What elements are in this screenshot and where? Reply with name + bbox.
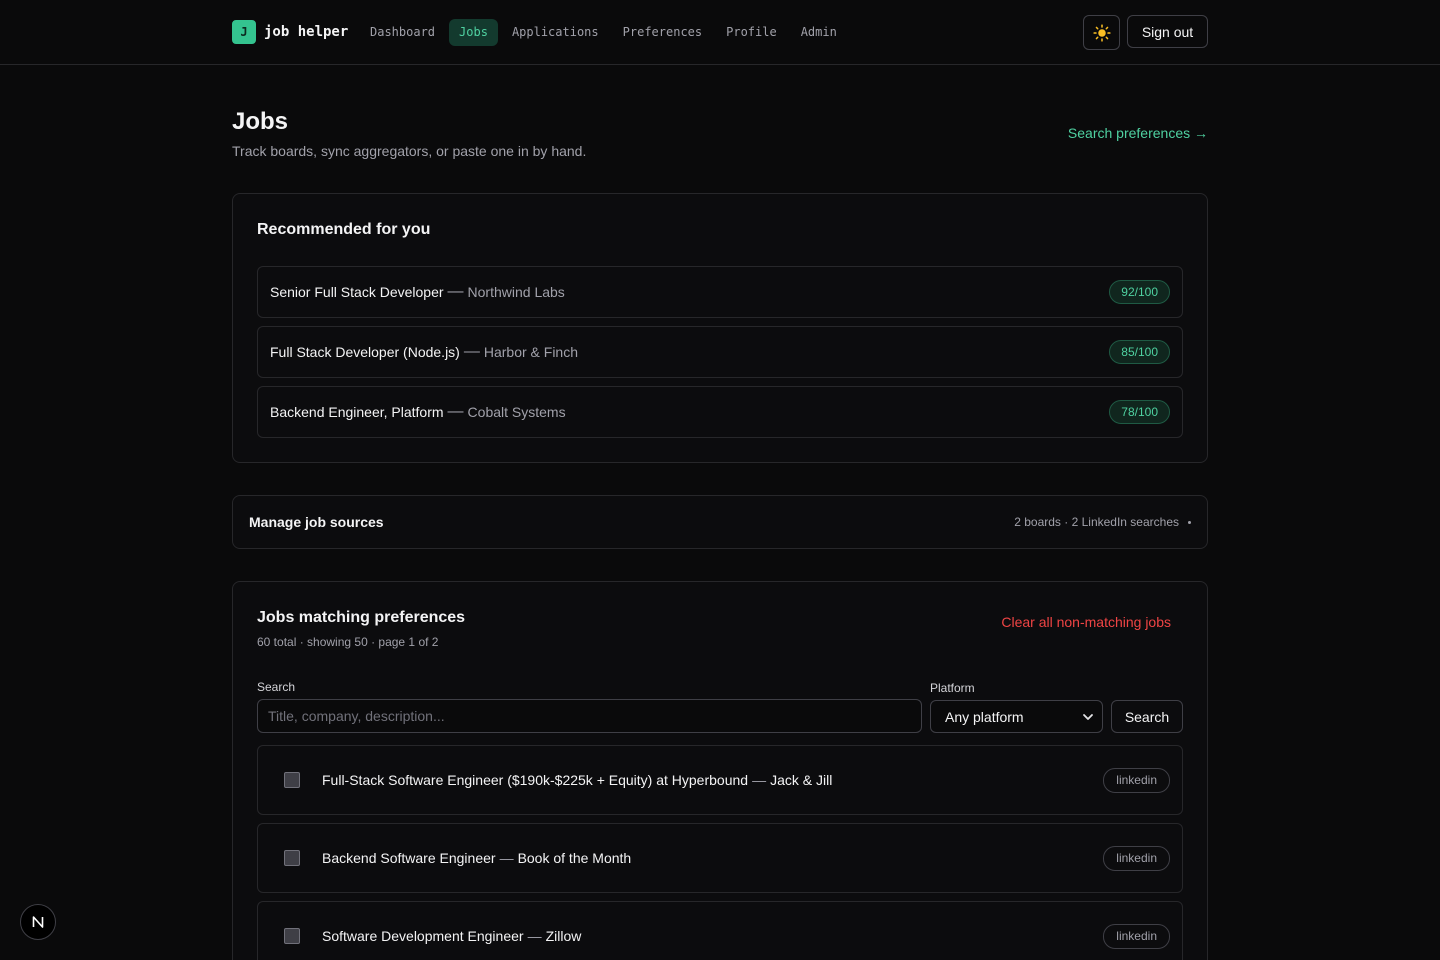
job-title: Full-Stack Software Engineer ($190k-$225… <box>322 772 749 788</box>
recommended-company: Northwind Labs <box>467 284 565 300</box>
recommended-company: Harbor & Finch <box>483 344 579 360</box>
nav-profile[interactable]: Profile <box>716 19 787 46</box>
page-title: Jobs <box>232 108 289 135</box>
theme-toggle-button[interactable] <box>1083 15 1120 50</box>
job-select-checkbox[interactable] <box>284 850 300 866</box>
sign-out-button[interactable]: Sign out <box>1127 15 1208 48</box>
recommended-item[interactable]: Full Stack Developer (Node.js) — Harbor … <box>257 326 1183 378</box>
nav-dashboard[interactable]: Dashboard <box>360 19 445 46</box>
job-list-item[interactable]: Backend Software Engineer — Book of the … <box>257 823 1183 893</box>
search-label: Search <box>257 680 296 694</box>
job-select-checkbox[interactable] <box>284 928 300 944</box>
separator: — <box>463 343 480 360</box>
separator: — <box>527 928 542 944</box>
recommended-job-title: Full Stack Developer (Node.js) <box>270 344 460 360</box>
nav-admin[interactable]: Admin <box>791 19 847 46</box>
job-list-item[interactable]: Full-Stack Software Engineer ($190k-$225… <box>257 745 1183 815</box>
job-list-item[interactable]: Software Development Engineer — Zillow l… <box>257 901 1183 960</box>
search-preferences-link[interactable]: Search preferences → <box>1068 125 1208 141</box>
brand-name: job helper <box>264 24 349 40</box>
brand-logo-icon: J <box>232 20 256 44</box>
n-logo-icon <box>32 916 44 928</box>
platform-tag: linkedin <box>1103 923 1170 949</box>
sources-count-text: 2 boards · 2 LinkedIn searches <box>1014 515 1179 529</box>
search-input[interactable] <box>257 699 922 733</box>
status-dot-icon <box>1188 520 1191 524</box>
main-nav: Dashboard Jobs Applications Preferences … <box>360 19 851 46</box>
clear-non-matching-button[interactable]: Clear all non-matching jobs <box>1001 614 1171 630</box>
platform-tag: linkedin <box>1103 767 1170 793</box>
jobs-title: Jobs matching preferences <box>257 609 466 626</box>
recommended-job-title: Backend Engineer, Platform <box>270 404 444 420</box>
page-subtitle: Track boards, sync aggregators, or paste… <box>232 143 587 159</box>
search-button[interactable]: Search <box>1111 700 1183 733</box>
platform-select[interactable]: Any platform <box>930 700 1103 733</box>
nav-preferences[interactable]: Preferences <box>613 19 712 46</box>
job-title: Backend Software Engineer <box>322 850 496 866</box>
job-company: Zillow <box>545 928 582 944</box>
job-company: Jack & Jill <box>770 772 833 788</box>
manage-job-sources-toggle[interactable]: Manage job sources 2 boards · 2 LinkedIn… <box>232 495 1208 549</box>
recommended-card: Recommended for you Senior Full Stack De… <box>232 193 1208 463</box>
job-title: Software Development Engineer <box>322 928 524 944</box>
recommended-title: Recommended for you <box>257 221 431 238</box>
separator: — <box>447 283 464 300</box>
separator: — <box>447 403 464 420</box>
brand[interactable]: J job helper <box>232 20 348 44</box>
recommended-item[interactable]: Backend Engineer, Platform — Cobalt Syst… <box>257 386 1183 438</box>
chevron-down-icon <box>1083 713 1093 720</box>
dev-tools-button[interactable] <box>20 904 56 940</box>
sun-icon <box>1092 23 1111 42</box>
recommended-job-title: Senior Full Stack Developer <box>270 284 444 300</box>
match-score-badge: 85/100 <box>1109 340 1170 364</box>
match-score-badge: 92/100 <box>1109 280 1170 304</box>
job-company: Book of the Month <box>517 850 632 866</box>
nav-jobs[interactable]: Jobs <box>449 19 498 46</box>
platform-tag: linkedin <box>1103 845 1170 871</box>
nav-applications[interactable]: Applications <box>502 19 609 46</box>
separator: — <box>499 850 514 866</box>
job-select-checkbox[interactable] <box>284 772 300 788</box>
top-navigation-bar: J job helper Dashboard Jobs Applications… <box>0 0 1440 65</box>
sources-summary: 2 boards · 2 LinkedIn searches <box>1014 515 1191 529</box>
jobs-list-card: Jobs matching preferences 60 total · sho… <box>232 581 1208 960</box>
jobs-summary: 60 total · showing 50 · page 1 of 2 <box>257 635 439 649</box>
recommended-item[interactable]: Senior Full Stack Developer — Northwind … <box>257 266 1183 318</box>
sources-title: Manage job sources <box>249 514 384 530</box>
recommended-company: Cobalt Systems <box>467 404 566 420</box>
platform-selected-value: Any platform <box>945 708 1024 725</box>
platform-label: Platform <box>930 681 975 695</box>
match-score-badge: 78/100 <box>1109 400 1170 424</box>
separator: — <box>752 772 767 788</box>
